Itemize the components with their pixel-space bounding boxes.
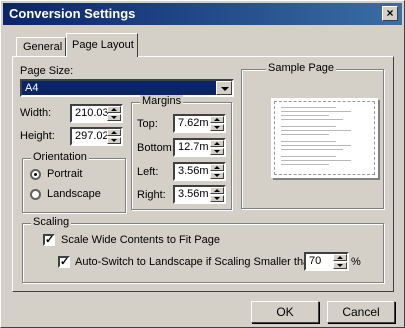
preview-text-line: [281, 145, 351, 146]
preview-text-line: [281, 119, 343, 120]
auto-switch-label[interactable]: Auto-Switch to Landscape if Scaling Smal…: [75, 256, 315, 268]
spin-down-icon[interactable]: [210, 124, 224, 131]
margin-top-label: Top:: [137, 118, 158, 130]
margins-title: Margins: [140, 95, 184, 107]
page-size-value: A4: [25, 82, 39, 94]
spin-up-icon[interactable]: [210, 187, 224, 194]
portrait-radio[interactable]: [30, 169, 41, 180]
height-value: 297.02: [75, 130, 109, 142]
margin-right-spinner[interactable]: 3.56m: [173, 185, 226, 204]
margin-left-value: 3.56m: [178, 165, 209, 177]
scale-wide-checkbox[interactable]: ✓: [43, 234, 55, 246]
spin-down-icon[interactable]: [107, 137, 121, 144]
spin-up-icon[interactable]: [333, 254, 347, 261]
preview-text-line: [281, 164, 329, 165]
scaling-threshold-spinner[interactable]: 70: [304, 252, 349, 271]
preview-text-line: [281, 141, 336, 142]
auto-switch-checkbox[interactable]: ✓: [58, 256, 70, 268]
preview-text-line: [281, 111, 351, 112]
page-size-label: Page Size:: [20, 65, 74, 77]
margin-left-label: Left:: [137, 166, 159, 178]
ok-button[interactable]: OK: [251, 301, 319, 323]
preview-text-line: [281, 156, 336, 157]
spin-up-icon[interactable]: [210, 116, 224, 123]
spin-up-icon[interactable]: [210, 140, 224, 147]
height-spinner[interactable]: 297.02: [70, 127, 123, 146]
sample-page-title: Sample Page: [266, 62, 337, 74]
spin-up-icon[interactable]: [210, 164, 224, 171]
preview-text-line: [281, 130, 351, 131]
portrait-label[interactable]: Portrait: [47, 168, 82, 180]
spin-up-icon[interactable]: [107, 129, 121, 136]
preview-text-line: [281, 115, 329, 116]
width-spinner[interactable]: 210.03: [70, 104, 123, 123]
orientation-title: Orientation: [31, 151, 89, 163]
cancel-button[interactable]: Cancel: [327, 301, 395, 323]
tab-page-layout[interactable]: Page Layout: [66, 33, 138, 57]
preview-text-line: [281, 134, 329, 135]
margin-right-label: Right:: [137, 189, 166, 201]
width-value: 210.03: [75, 107, 109, 119]
chevron-down-icon[interactable]: [216, 81, 232, 95]
scaling-threshold-value: 70: [309, 255, 322, 267]
percent-symbol: %: [351, 256, 361, 268]
spin-up-icon[interactable]: [107, 106, 121, 113]
height-label: Height:: [20, 130, 55, 142]
scaling-title: Scaling: [31, 216, 72, 228]
margin-bottom-value: 12.7m: [178, 141, 209, 153]
conversion-settings-dialog: Conversion Settings × General Page Layou…: [0, 0, 405, 328]
orientation-group: Orientation: [22, 151, 126, 213]
width-label: Width:: [20, 107, 52, 119]
title-bar[interactable]: Conversion Settings ×: [3, 3, 402, 25]
tab-general[interactable]: General: [16, 37, 66, 57]
preview-text-line: [281, 160, 351, 161]
spin-down-icon[interactable]: [333, 262, 347, 269]
close-button[interactable]: ×: [382, 6, 398, 21]
preview-text-line: [281, 149, 343, 150]
scale-wide-label[interactable]: Scale Wide Contents to Fit Page: [61, 234, 220, 246]
margin-bottom-spinner[interactable]: 12.7m: [173, 138, 226, 157]
landscape-radio[interactable]: [30, 189, 41, 200]
window-title: Conversion Settings: [9, 6, 136, 21]
margin-right-value: 3.56m: [178, 188, 209, 200]
margin-top-value: 7.62m: [178, 117, 209, 129]
spin-down-icon[interactable]: [107, 114, 121, 121]
spin-down-icon[interactable]: [210, 148, 224, 155]
margin-bottom-label: Bottom:: [137, 142, 175, 154]
page-size-dropdown[interactable]: A4: [20, 79, 234, 97]
preview-text-line: [281, 107, 336, 108]
sample-page-preview: [271, 98, 378, 178]
margin-left-spinner[interactable]: 3.56m: [173, 162, 226, 181]
landscape-label[interactable]: Landscape: [47, 188, 101, 200]
preview-text-line: [281, 126, 336, 127]
spin-down-icon[interactable]: [210, 172, 224, 179]
margin-top-spinner[interactable]: 7.62m: [173, 114, 226, 133]
spin-down-icon[interactable]: [210, 195, 224, 202]
